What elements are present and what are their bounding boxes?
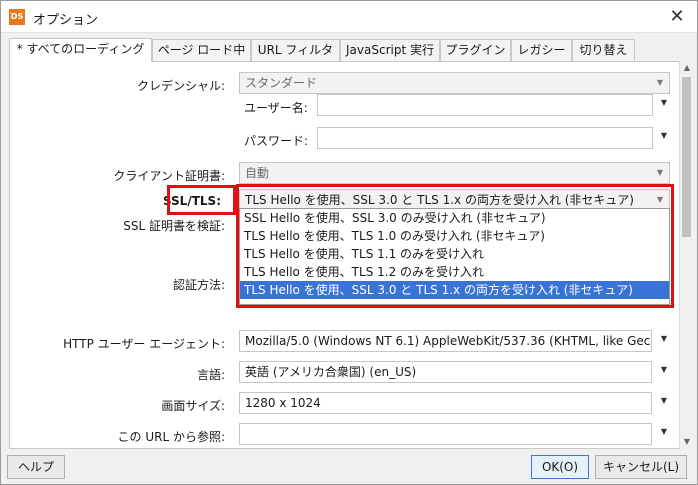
auth-method-label: 認証方法: [172,278,225,292]
ssl-option[interactable]: SSL Hello を使用、SSL 3.0 のみ受け入れ (非セキュア) [240,209,669,227]
dialog-title: オプション [33,13,99,28]
tab-plugins[interactable]: プラグイン [440,39,511,61]
user-agent-combo[interactable]: Mozilla/5.0 (Windows NT 6.1) AppleWebKit… [239,330,652,352]
user-agent-label: HTTP ユーザー エージェント: [63,337,225,351]
language-label: 言語: [196,368,225,382]
credentials-label: クレデンシャル: [136,79,225,93]
password-field[interactable] [317,127,653,149]
language-dropdown-icon[interactable]: ▼ [659,365,669,375]
ssl-option[interactable]: TLS Hello を使用、TLS 1.2 のみを受け入れ [240,263,669,281]
user-agent-dropdown-icon[interactable]: ▼ [659,334,669,344]
verify-cert-label: SSL 証明書を検証: [123,219,225,233]
vertical-scrollbar[interactable]: ▲ ▼ [679,61,693,449]
tab-url-filter[interactable]: URL フィルタ [251,39,340,61]
chevron-down-icon: ▼ [656,168,664,177]
referer-label: この URL から参照: [117,430,225,444]
username-field[interactable] [317,94,653,116]
ok-button[interactable]: OK(O) [531,455,589,479]
title-bar: DS オプション ✕ [1,1,697,33]
cancel-button[interactable]: キャンセル(L) [595,455,687,479]
ssl-option-selected[interactable]: TLS Hello を使用、SSL 3.0 と TLS 1.x の両方を受け入れ… [240,281,669,299]
ssl-value: TLS Hello を使用、SSL 3.0 と TLS 1.x の両方を受け入れ… [245,193,634,207]
credentials-value: スタンダード [245,76,318,90]
ssl-option[interactable]: TLS Hello を使用、TLS 1.1 のみを受け入れ [240,245,669,263]
chevron-down-icon: ▼ [656,78,664,87]
close-icon[interactable]: ✕ [665,5,689,29]
tab-javascript[interactable]: JavaScript 実行 [340,39,440,61]
screen-size-combo[interactable]: 1280 x 1024 [239,392,652,414]
screen-size-dropdown-icon[interactable]: ▼ [659,396,669,406]
ssl-label: SSL/TLS: [162,194,221,208]
options-dialog: DS オプション ✕ * すべてのローディング ページ ロード中 URL フィル… [0,0,698,485]
client-cert-value: 自動 [245,166,270,180]
ssl-option[interactable]: TLS Hello を使用、TLS 1.0 のみ受け入れ (非セキュア) [240,227,669,245]
client-cert-label: クライアント証明書: [113,169,225,183]
tab-all-loading[interactable]: * すべてのローディング [9,38,152,62]
language-combo[interactable]: 英語 (アメリカ合衆国) (en_US) [239,361,652,383]
help-button[interactable]: ヘルプ [7,455,65,479]
scroll-down-icon[interactable]: ▼ [680,435,694,449]
user-agent-value: Mozilla/5.0 (Windows NT 6.1) AppleWebKit… [245,334,651,348]
referer-dropdown-icon[interactable]: ▼ [659,427,669,437]
screen-size-label: 画面サイズ: [161,399,225,413]
client-cert-select[interactable]: 自動 ▼ [239,162,670,184]
tab-page-loading[interactable]: ページ ロード中 [152,39,251,61]
screen-size-value: 1280 x 1024 [245,396,321,410]
tab-switch[interactable]: 切り替え [572,39,635,61]
username-dropdown-icon[interactable]: ▼ [659,98,669,108]
tab-legacy[interactable]: レガシー [511,39,572,61]
app-logo-icon: DS [9,9,25,25]
ssl-dropdown-list: SSL Hello を使用、SSL 3.0 のみ受け入れ (非セキュア) TLS… [239,208,670,305]
scroll-thumb[interactable] [682,77,691,237]
scroll-up-icon[interactable]: ▲ [680,61,694,75]
chevron-down-icon: ▼ [656,195,664,204]
username-label: ユーザー名: [244,101,308,115]
language-value: 英語 (アメリカ合衆国) (en_US) [245,365,417,379]
referer-field[interactable] [239,423,652,445]
password-dropdown-icon[interactable]: ▼ [659,131,669,141]
credentials-select[interactable]: スタンダード ▼ [239,72,670,94]
password-label: パスワード: [244,134,309,148]
